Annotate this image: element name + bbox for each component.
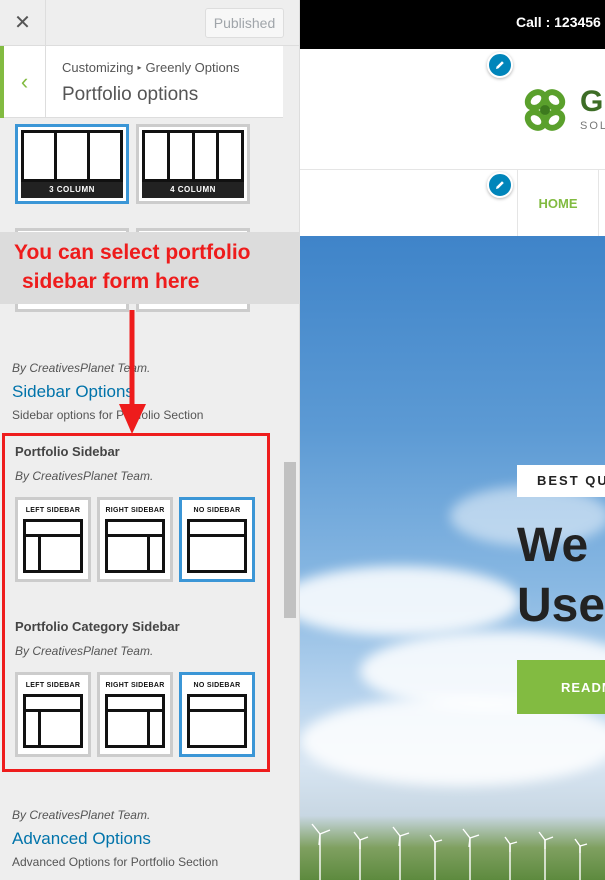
main-navigation: HOME	[300, 170, 605, 236]
sidebar-option-label: NO SIDEBAR	[193, 682, 241, 689]
annotation-arrow-icon	[119, 310, 146, 434]
nav-item-home[interactable]: HOME	[517, 170, 599, 236]
breadcrumb: Customizing ▸ Greenly Options	[62, 60, 239, 75]
portfolio-no-sidebar-option[interactable]: NO SIDEBAR	[179, 497, 255, 582]
close-icon: ✕	[14, 12, 31, 34]
sidebar-options-description: Sidebar options for Portfolio Section	[12, 408, 204, 422]
section-header: ‹ Customizing ▸ Greenly Options Portfolio …	[0, 46, 283, 118]
call-text: Call : 123456	[516, 14, 601, 30]
annotation-text: You can select portfolio sidebar form he…	[14, 238, 294, 296]
sidebar-option-label: NO SIDEBAR	[193, 507, 241, 514]
panel-scrollbar[interactable]	[284, 462, 296, 618]
layout-option-3-column[interactable]: 3 COLUMN	[15, 124, 129, 204]
breadcrumb-parent: Greenly Options	[145, 60, 240, 75]
sidebar-options-link[interactable]: Sidebar Options	[12, 382, 134, 402]
advanced-options-description: Advanced Options for Portfolio Section	[12, 855, 219, 869]
hero-slider: BEST QU We Use READM	[300, 236, 605, 880]
breadcrumb-separator-icon: ▸	[137, 63, 142, 72]
advanced-options-link[interactable]: Advanced Options	[12, 829, 151, 849]
advanced-options-meta: By CreativesPlanet Team.	[12, 808, 151, 822]
portfolio-category-sidebar-meta: By CreativesPlanet Team.	[15, 644, 154, 658]
published-button[interactable]: Published	[205, 8, 284, 38]
wind-turbines-image	[311, 823, 588, 880]
edit-menu-shortcut[interactable]	[487, 172, 513, 198]
portfolio-right-sidebar-option[interactable]: RIGHT SIDEBAR	[97, 497, 173, 582]
hero-badge: BEST QU	[517, 465, 605, 497]
portfolio-sidebar-title: Portfolio Sidebar	[15, 444, 120, 459]
left-sidebar-layout-icon	[23, 519, 83, 573]
logo-text: Gr	[580, 85, 605, 118]
customizer-panel: ✕ Published ‹ Customizing ▸ Greenly Option…	[0, 0, 300, 880]
section-title: Portfolio options	[62, 84, 199, 105]
right-sidebar-layout-icon	[105, 694, 165, 748]
pencil-icon	[496, 61, 504, 69]
three-column-icon	[21, 130, 123, 182]
site-preview: Call : 123456 Gr SOL HOME	[300, 0, 605, 880]
hero-readmore-button[interactable]: READM	[517, 660, 605, 714]
portfolio-left-sidebar-option[interactable]: LEFT SIDEBAR	[15, 497, 91, 582]
logo-icon[interactable]	[516, 81, 574, 139]
no-sidebar-layout-icon	[187, 694, 247, 748]
sidebar-option-label: LEFT SIDEBAR	[25, 682, 81, 689]
no-sidebar-layout-icon	[187, 519, 247, 573]
back-button[interactable]: ‹	[0, 46, 46, 118]
close-customizer-button[interactable]: ✕	[0, 0, 46, 45]
right-sidebar-layout-icon	[105, 519, 165, 573]
left-sidebar-layout-icon	[23, 694, 83, 748]
layout-option-label: 4 COLUMN	[142, 182, 244, 198]
annotation-line-2: sidebar form here	[22, 270, 200, 293]
category-left-sidebar-option[interactable]: LEFT SIDEBAR	[15, 672, 91, 757]
sidebar-option-label: RIGHT SIDEBAR	[105, 682, 165, 689]
hero-title-line-1: We	[517, 519, 589, 572]
category-right-sidebar-option[interactable]: RIGHT SIDEBAR	[97, 672, 173, 757]
logo-tagline: SOL	[580, 120, 605, 132]
customizer-topbar: ✕ Published	[0, 0, 299, 46]
header-logo-area: Gr SOL	[300, 49, 605, 170]
portfolio-sidebar-meta: By CreativesPlanet Team.	[15, 469, 154, 483]
chevron-left-icon: ‹	[20, 69, 29, 94]
top-call-bar: Call : 123456	[300, 0, 605, 49]
four-column-icon	[142, 130, 244, 182]
hero-title-line-2: Use	[517, 579, 605, 632]
sidebar-option-label: LEFT SIDEBAR	[25, 507, 81, 514]
sidebar-option-label: RIGHT SIDEBAR	[105, 507, 165, 514]
layout-option-4-column[interactable]: 4 COLUMN	[136, 124, 250, 204]
pencil-icon	[496, 181, 504, 189]
breadcrumb-root: Customizing	[62, 60, 134, 75]
annotation-line-1: You can select portfolio	[14, 241, 251, 264]
category-no-sidebar-option[interactable]: NO SIDEBAR	[179, 672, 255, 757]
layout-option-label: 3 COLUMN	[21, 182, 123, 198]
edit-logo-shortcut[interactable]	[487, 52, 513, 78]
portfolio-category-sidebar-title: Portfolio Category Sidebar	[15, 619, 180, 634]
